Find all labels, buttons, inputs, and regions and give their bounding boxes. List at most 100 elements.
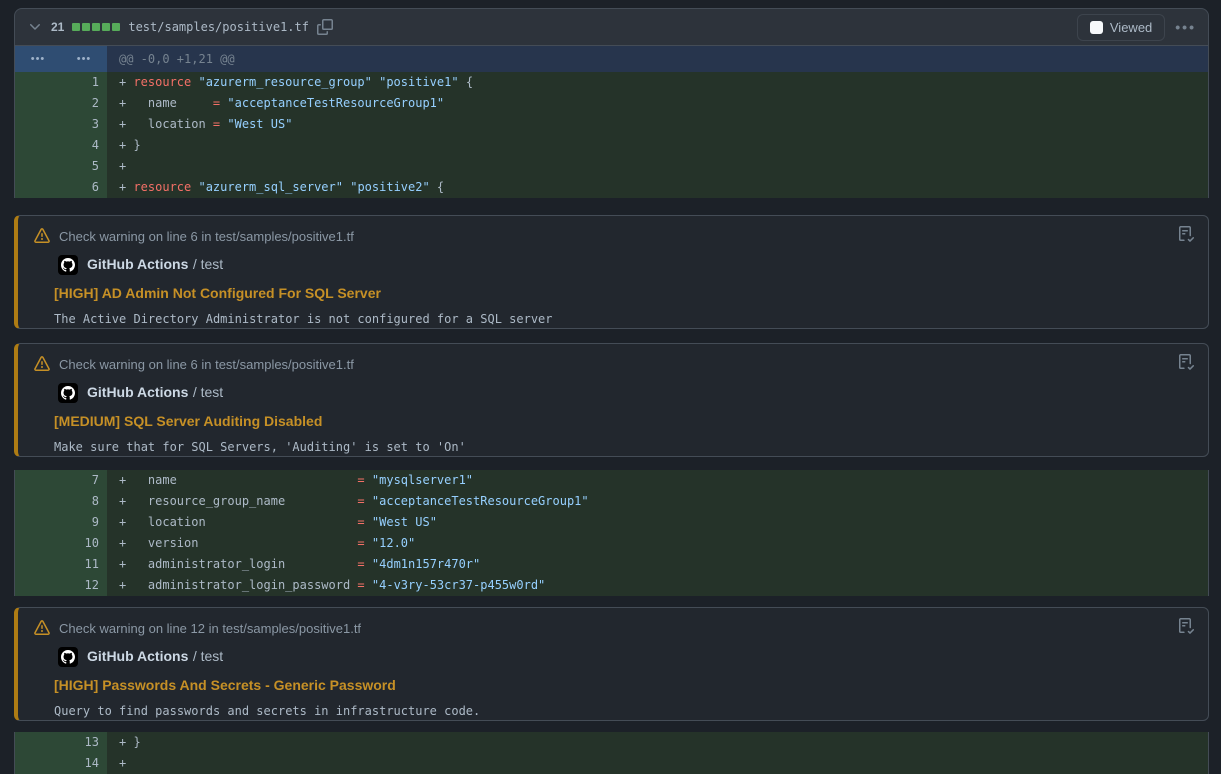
code-block: 7+ name = "mysqlserver1"8+ resource_grou… xyxy=(14,470,1209,596)
viewed-checkbox[interactable] xyxy=(1090,21,1103,34)
old-line-number[interactable] xyxy=(15,135,61,156)
github-actions-avatar[interactable] xyxy=(58,255,78,275)
chevron-down-icon xyxy=(27,19,43,35)
warning-triangle-icon xyxy=(34,356,50,372)
new-line-number[interactable]: 12 xyxy=(61,575,107,596)
old-line-number[interactable] xyxy=(15,470,61,491)
code-text: + administrator_login_password = "4-v3ry… xyxy=(107,575,545,596)
old-line-number[interactable] xyxy=(15,533,61,554)
old-line-number[interactable] xyxy=(15,114,61,135)
old-line-number[interactable] xyxy=(15,732,61,753)
check-run-name: / test xyxy=(193,256,223,272)
old-line-number[interactable] xyxy=(15,753,61,774)
old-line-number[interactable] xyxy=(15,491,61,512)
viewed-label: Viewed xyxy=(1110,20,1152,35)
check-warning-box: Check warning on line 12 in test/samples… xyxy=(14,607,1209,721)
code-text: + version = "12.0" xyxy=(107,533,415,554)
copy-icon xyxy=(317,19,333,35)
code-line: 1+ resource "azurerm_resource_group" "po… xyxy=(15,72,1208,93)
old-line-number[interactable] xyxy=(15,72,61,93)
hunk-header-row: •••••• @@ -0,0 +1,21 @@ xyxy=(15,46,1208,72)
new-line-number[interactable]: 8 xyxy=(61,491,107,512)
github-actions-avatar[interactable] xyxy=(58,383,78,403)
code-text: + } xyxy=(107,732,141,753)
diff-stat-blocks xyxy=(72,23,120,31)
code-line: 3+ location = "West US" xyxy=(15,114,1208,135)
diff-page: 21 test/samples/positive1.tf Viewed ••• … xyxy=(0,0,1221,774)
code-text: + xyxy=(107,156,126,177)
warning-location-text: Check warning on line 6 in test/samples/… xyxy=(59,357,354,372)
github-octocat-icon xyxy=(61,258,75,272)
warning-location-text: Check warning on line 12 in test/samples… xyxy=(59,621,361,636)
code-line: 12+ administrator_login_password = "4-v3… xyxy=(15,575,1208,596)
line-number-gutter: 10 xyxy=(15,533,107,554)
collapse-file-button[interactable] xyxy=(27,19,43,35)
line-number-gutter: 5 xyxy=(15,156,107,177)
new-line-number[interactable]: 3 xyxy=(61,114,107,135)
code-text: + resource "azurerm_sql_server" "positiv… xyxy=(107,177,444,198)
code-line: 13+ } xyxy=(15,732,1208,753)
old-line-number[interactable] xyxy=(15,93,61,114)
check-app-name[interactable]: GitHub Actions xyxy=(87,648,188,664)
file-header: 21 test/samples/positive1.tf Viewed ••• xyxy=(14,8,1209,46)
warning-triangle-icon xyxy=(34,228,50,244)
new-line-number[interactable]: 5 xyxy=(61,156,107,177)
line-number-gutter: 9 xyxy=(15,512,107,533)
warning-title: [HIGH] Passwords And Secrets - Generic P… xyxy=(54,677,1192,693)
file-options-button[interactable]: ••• xyxy=(1175,19,1196,35)
code-line: 14+ xyxy=(15,753,1208,774)
tasklist-check-icon xyxy=(1178,226,1194,242)
viewed-toggle[interactable]: Viewed xyxy=(1077,14,1165,41)
code-lines: 1+ resource "azurerm_resource_group" "po… xyxy=(15,72,1208,198)
line-number-gutter: 6 xyxy=(15,177,107,198)
old-line-number[interactable] xyxy=(15,512,61,533)
tasklist-check-icon xyxy=(1178,354,1194,370)
annotation-actions-button[interactable] xyxy=(1178,618,1194,634)
new-line-number[interactable]: 14 xyxy=(61,753,107,774)
file-path[interactable]: test/samples/positive1.tf xyxy=(128,20,309,34)
hunk-header-text: @@ -0,0 +1,21 @@ xyxy=(107,52,235,66)
warning-triangle-icon xyxy=(34,620,50,636)
new-line-number[interactable]: 2 xyxy=(61,93,107,114)
code-line: 6+ resource "azurerm_sql_server" "positi… xyxy=(15,177,1208,198)
code-line: 11+ administrator_login = "4dm1n157r470r… xyxy=(15,554,1208,575)
code-text: + resource_group_name = "acceptanceTestR… xyxy=(107,491,589,512)
code-block: 13+ }14+ xyxy=(14,732,1209,774)
check-warning-box: Check warning on line 6 in test/samples/… xyxy=(14,343,1209,457)
code-text: + location = "West US" xyxy=(107,114,292,135)
new-line-number[interactable]: 4 xyxy=(61,135,107,156)
check-app-name[interactable]: GitHub Actions xyxy=(87,256,188,272)
check-warning-box: Check warning on line 6 in test/samples/… xyxy=(14,215,1209,329)
old-line-number[interactable] xyxy=(15,177,61,198)
code-text: + administrator_login = "4dm1n157r470r" xyxy=(107,554,480,575)
annotation-actions-button[interactable] xyxy=(1178,354,1194,370)
code-lines: 13+ }14+ xyxy=(15,732,1208,774)
github-actions-avatar[interactable] xyxy=(58,647,78,667)
file-header-left: 21 test/samples/positive1.tf xyxy=(27,19,1077,35)
code-text: + location = "West US" xyxy=(107,512,437,533)
old-line-number[interactable] xyxy=(15,156,61,177)
line-number-gutter: 4 xyxy=(15,135,107,156)
new-line-number[interactable]: 1 xyxy=(61,72,107,93)
old-line-number[interactable] xyxy=(15,554,61,575)
new-line-number[interactable]: 10 xyxy=(61,533,107,554)
check-run-name: / test xyxy=(193,384,223,400)
warning-title: [HIGH] AD Admin Not Configured For SQL S… xyxy=(54,285,1192,301)
new-line-number[interactable]: 13 xyxy=(61,732,107,753)
warning-description: Query to find passwords and secrets in i… xyxy=(54,704,1192,718)
github-octocat-icon xyxy=(61,386,75,400)
old-line-number[interactable] xyxy=(15,575,61,596)
check-app-name[interactable]: GitHub Actions xyxy=(87,384,188,400)
code-block: •••••• @@ -0,0 +1,21 @@ 1+ resource "azu… xyxy=(14,46,1209,198)
check-run-name: / test xyxy=(193,648,223,664)
line-number-gutter: 1 xyxy=(15,72,107,93)
copy-path-button[interactable] xyxy=(317,19,333,35)
new-line-number[interactable]: 6 xyxy=(61,177,107,198)
new-line-number[interactable]: 7 xyxy=(61,470,107,491)
hunk-gutter: •••••• xyxy=(15,46,107,72)
new-line-number[interactable]: 11 xyxy=(61,554,107,575)
annotation-actions-button[interactable] xyxy=(1178,226,1194,242)
warning-title: [MEDIUM] SQL Server Auditing Disabled xyxy=(54,413,1192,429)
new-line-number[interactable]: 9 xyxy=(61,512,107,533)
line-number-gutter: 14 xyxy=(15,753,107,774)
